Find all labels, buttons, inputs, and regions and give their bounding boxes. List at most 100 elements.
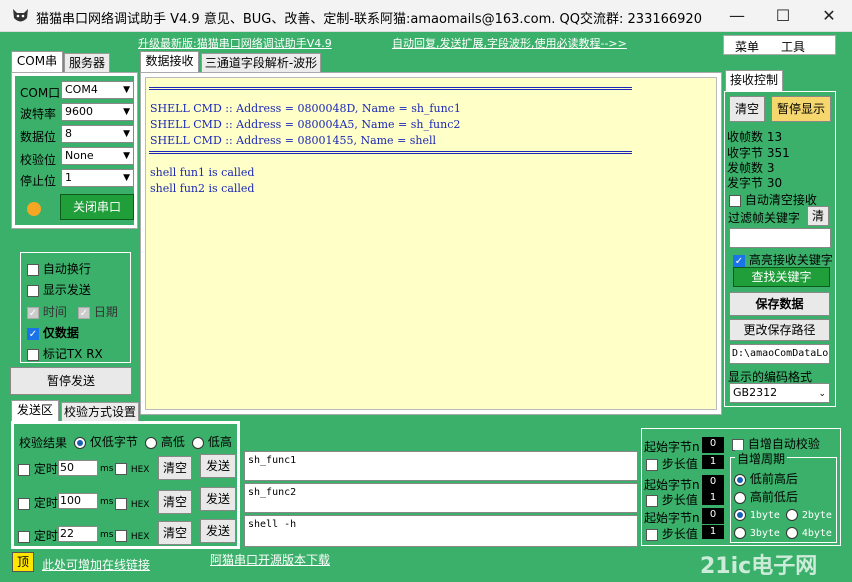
clear-button-2[interactable]: 清空 [158, 490, 192, 514]
upgrade-link[interactable]: 升级最新版:猫猫串口网络调试助手V4.9 [138, 35, 332, 51]
online-link[interactable]: 此处可增加在线链接 [42, 556, 150, 573]
clear-button-1[interactable]: 清空 [158, 456, 192, 480]
step-checkbox-3[interactable]: 步长值 [646, 525, 698, 542]
top-pin-button[interactable]: 顶 [12, 552, 34, 572]
tab-waveform[interactable]: 三通道字段解析-波形 [201, 53, 321, 73]
chevron-down-icon: ⌄ [818, 389, 826, 399]
databits-select[interactable]: 8 ▼ [61, 125, 134, 143]
pause-send-button[interactable]: 暂停发送 [10, 367, 132, 395]
step-input-1[interactable]: 1 [702, 455, 724, 469]
3byte-radio[interactable]: 3byte [734, 525, 780, 539]
dataonly-checkbox[interactable]: ✓ 仅数据 [27, 324, 79, 341]
watermark-logo: 21ic电子网 [700, 554, 818, 579]
send-text-input-1[interactable]: sh_func1 [244, 451, 638, 481]
time-checkbox[interactable]: ✓ 时间 [27, 303, 67, 320]
increment-period-label: 自增周期 [735, 450, 788, 467]
port-status-indicator [27, 202, 41, 216]
window-title: 猫猫串口网络调试助手 V4.9 意见、BUG、改善、定制-联系阿猫:amaoma… [36, 12, 702, 27]
tab-receive-control[interactable]: 接收控制 [725, 70, 783, 92]
close-port-button[interactable]: 关闭串口 [60, 194, 134, 220]
rx-line-3: SHELL CMD :: Address = 08001455, Name = … [150, 134, 437, 147]
highlight-keyword-checkbox[interactable]: ✓ 高亮接收关键字 [733, 251, 833, 268]
start-byte-input-1[interactable]: 0 [702, 437, 724, 453]
step-input-3[interactable]: 1 [702, 525, 724, 539]
autowrap-checkbox[interactable]: 自动换行 [27, 260, 91, 277]
chevron-down-icon: ▼ [123, 173, 130, 183]
filter-clear-button[interactable]: 清 [807, 206, 829, 226]
chevron-down-icon: ▼ [123, 85, 130, 95]
marktxrx-checkbox[interactable]: 标记TX RX [27, 345, 103, 362]
send-button-3[interactable]: 发送 [200, 519, 236, 543]
parity-select[interactable]: None ▼ [61, 147, 134, 165]
tab-verify-settings[interactable]: 校验方式设置 [61, 402, 139, 422]
maximize-button[interactable]: ☐ [760, 0, 806, 32]
minimize-button[interactable]: — [714, 0, 760, 32]
hex-checkbox-2[interactable]: HEX [115, 496, 149, 510]
close-button[interactable]: ✕ [806, 0, 852, 32]
high-first-radio[interactable]: 高前低后 [734, 488, 798, 505]
tab-server[interactable]: 服务器 [64, 53, 110, 73]
showsend-checkbox[interactable]: 显示发送 [27, 281, 91, 298]
menu-item-menu[interactable]: 菜单 [735, 38, 759, 55]
start-byte-input-3[interactable]: 0 [702, 508, 724, 524]
stopbits-select[interactable]: 1 ▼ [61, 169, 134, 187]
menu-bar: 菜单 工具 [723, 35, 836, 55]
menu-item-tools[interactable]: 工具 [781, 38, 805, 55]
baud-select[interactable]: 9600 ▼ [61, 103, 134, 121]
save-path-input[interactable]: D:\amaoComDataLo [729, 344, 830, 364]
timer-checkbox-3[interactable]: 定时 [18, 527, 58, 544]
checksum-panel: 起始字节n 0 步长值 1 起始字节n 0 步长值 1 起始字节n 0 步长值 … [641, 428, 841, 546]
display-options-panel: 自动换行 显示发送 ✓ 时间 ✓ 日期 ✓ 仅数据 标记TX RX [20, 252, 131, 363]
verify-lowhigh-radio[interactable]: 低高 [192, 433, 232, 450]
ms-label: ms [100, 530, 114, 540]
timer-checkbox-2[interactable]: 定时 [18, 494, 58, 511]
com-port-select[interactable]: COM4 ▼ [61, 81, 134, 99]
tab-data-receive[interactable]: 数据接收 [140, 51, 199, 73]
rx-line-4: shell fun1 is called [150, 166, 255, 179]
receive-frame: SHELL CMD :: Address = 0800048D, Name = … [140, 72, 722, 415]
send-button-1[interactable]: 发送 [200, 454, 236, 478]
date-checkbox[interactable]: ✓ 日期 [78, 303, 118, 320]
receive-text-area[interactable]: SHELL CMD :: Address = 0800048D, Name = … [145, 77, 717, 410]
find-keyword-button[interactable]: 查找关键字 [733, 267, 830, 287]
step-input-2[interactable]: 1 [702, 491, 724, 505]
timer-input-2[interactable]: 100 [58, 493, 98, 509]
rx-clear-button[interactable]: 清空 [729, 96, 765, 122]
step-checkbox-2[interactable]: 步长值 [646, 491, 698, 508]
send-button-2[interactable]: 发送 [200, 487, 236, 511]
clear-button-3[interactable]: 清空 [158, 521, 192, 545]
send-text-input-2[interactable]: sh_func2 [244, 483, 638, 513]
databits-label: 数据位 [20, 130, 57, 144]
verify-highlow-radio[interactable]: 高低 [145, 433, 185, 450]
tx-bytes-count: 发字节 30 [727, 176, 783, 190]
hex-checkbox-3[interactable]: HEX [115, 528, 149, 542]
serial-settings-panel: COM口 COM4 ▼ 波特率 9600 ▼ 数据位 8 ▼ 校验位 None ▼ 停止… [11, 72, 138, 229]
tab-com-serial[interactable]: COM串口 [11, 51, 63, 86]
com-port-label: COM口 [20, 86, 61, 100]
pause-display-button[interactable]: 暂停显示 [771, 96, 831, 122]
timer-input-3[interactable]: 22 [58, 526, 98, 542]
verify-low-byte-radio[interactable]: 仅低字节 [74, 433, 138, 450]
low-first-radio[interactable]: 低前高后 [734, 470, 798, 487]
chevron-down-icon: ▼ [123, 107, 130, 117]
save-data-button[interactable]: 保存数据 [729, 292, 830, 316]
2byte-radio[interactable]: 2byte [786, 507, 832, 521]
step-checkbox-1[interactable]: 步长值 [646, 455, 698, 472]
filter-keyword-input[interactable] [729, 228, 831, 248]
filter-keyword-label: 过滤帧关键字 [728, 211, 801, 225]
1byte-radio[interactable]: 1byte [734, 507, 780, 521]
auto-clear-checkbox[interactable]: 自动清空接收 [729, 191, 817, 208]
opensource-download-link[interactable]: 阿猫串口开源版本下载 [210, 551, 330, 568]
change-save-path-button[interactable]: 更改保存路径 [729, 319, 830, 341]
timer-checkbox-1[interactable]: 定时 [18, 460, 58, 477]
4byte-radio[interactable]: 4byte [786, 525, 832, 539]
tab-send-area[interactable]: 发送区 [11, 400, 59, 422]
separator-line [149, 151, 632, 154]
timer-input-1[interactable]: 50 [58, 460, 98, 476]
tutorial-link[interactable]: 自动回复,发送扩展,字段波形,使用必读教程-->> [392, 35, 627, 51]
send-text-input-3[interactable]: shell -h [244, 515, 638, 547]
hex-checkbox-1[interactable]: HEX [115, 461, 149, 475]
parity-label: 校验位 [20, 153, 57, 167]
encoding-select[interactable]: GB2312 ⌄ [729, 383, 830, 403]
start-byte-input-2[interactable]: 0 [702, 475, 724, 491]
